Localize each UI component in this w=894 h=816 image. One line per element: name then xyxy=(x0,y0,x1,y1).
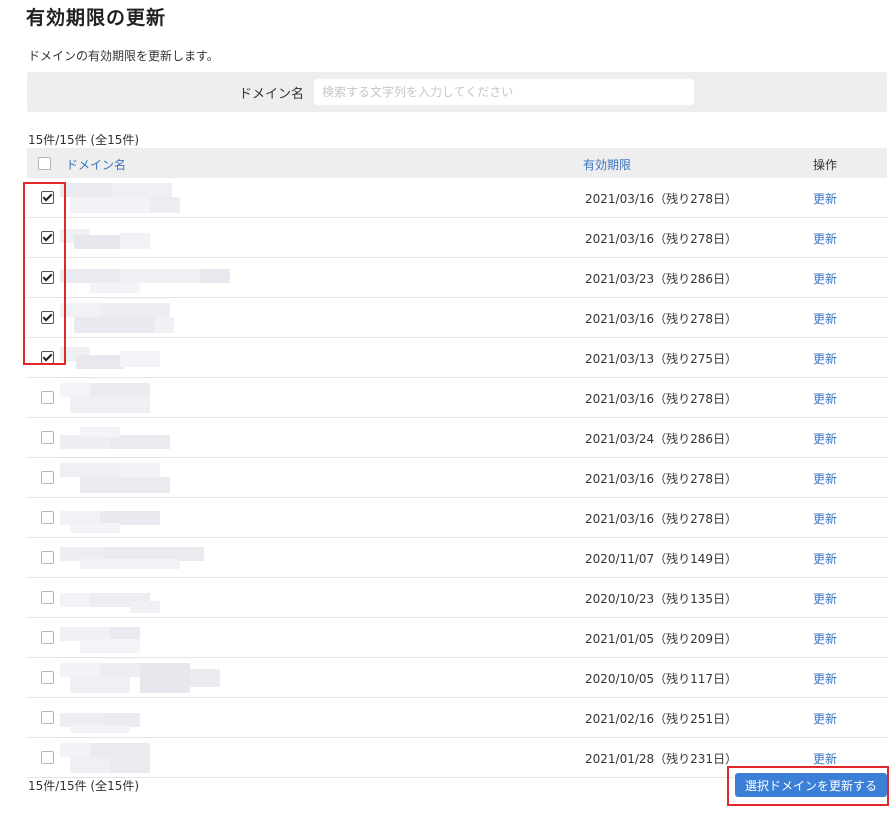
row-checkbox[interactable] xyxy=(41,391,54,404)
renew-link[interactable]: 更新 xyxy=(813,310,837,327)
table-row: 2021/03/23（残り286日） 更新 xyxy=(27,258,887,298)
table-row: 2021/03/13（残り275日） 更新 xyxy=(27,338,887,378)
row-checkbox[interactable] xyxy=(41,671,54,684)
column-header-domain[interactable]: ドメイン名 xyxy=(66,156,126,173)
table-header: ドメイン名 有効期限 操作 xyxy=(27,148,887,178)
table-row: 2021/02/16（残り251日） 更新 xyxy=(27,698,887,738)
selected-checkboxes-highlight xyxy=(23,182,66,365)
renew-link[interactable]: 更新 xyxy=(813,630,837,647)
renew-link[interactable]: 更新 xyxy=(813,670,837,687)
table-row: 2021/03/16（残り278日） 更新 xyxy=(27,498,887,538)
row-checkbox[interactable] xyxy=(41,431,54,444)
row-checkbox[interactable] xyxy=(41,591,54,604)
renew-link[interactable]: 更新 xyxy=(813,590,837,607)
row-checkbox[interactable] xyxy=(41,511,54,524)
search-label: ドメイン名 xyxy=(239,87,305,102)
table-row: 2021/03/16（残り278日） 更新 xyxy=(27,298,887,338)
table-row: 2021/03/16（残り278日） 更新 xyxy=(27,178,887,218)
select-all-checkbox[interactable] xyxy=(38,157,51,170)
renew-link[interactable]: 更新 xyxy=(813,190,837,207)
expiry-date: 2021/01/28（残り231日） xyxy=(585,752,738,766)
expiry-date: 2021/03/16（残り278日） xyxy=(585,192,738,206)
table-row: 2020/10/05（残り117日） 更新 xyxy=(27,658,887,698)
renew-selected-button[interactable]: 選択ドメインを更新する xyxy=(735,773,887,797)
table-body: 2021/03/16（残り278日） 更新 2021/03/16（残り278日） 更新… xyxy=(27,178,887,778)
column-header-operation: 操作 xyxy=(813,158,838,172)
table-row: 2021/03/16（残り278日） 更新 xyxy=(27,458,887,498)
expiry-date: 2021/03/16（残り278日） xyxy=(585,232,738,246)
domain-table: ドメイン名 有効期限 操作 2021/03/16（残り278日） 更新 2021/0… xyxy=(27,148,887,778)
expiry-date: 2021/03/16（残り278日） xyxy=(585,512,738,526)
expiry-date: 2021/03/16（残り278日） xyxy=(585,312,738,326)
row-checkbox[interactable] xyxy=(41,751,54,764)
page-title: 有効期限の更新 xyxy=(26,7,167,29)
expiry-date: 2021/03/24（残り286日） xyxy=(585,432,738,446)
row-checkbox[interactable] xyxy=(41,631,54,644)
renew-link[interactable]: 更新 xyxy=(813,710,837,727)
expiry-date: 2020/10/05（残り117日） xyxy=(585,672,738,686)
expiry-date: 2021/03/13（残り275日） xyxy=(585,352,738,366)
expiry-date: 2021/02/16（残り251日） xyxy=(585,712,738,726)
table-row: 2021/01/05（残り209日） 更新 xyxy=(27,618,887,658)
expiry-date: 2021/03/23（残り286日） xyxy=(585,272,738,286)
table-row: 2020/11/07（残り149日） 更新 xyxy=(27,538,887,578)
table-row: 2020/10/23（残り135日） 更新 xyxy=(27,578,887,618)
expiry-date: 2020/11/07（残り149日） xyxy=(585,552,738,566)
expiry-date: 2020/10/23（残り135日） xyxy=(585,592,738,606)
search-panel: ドメイン名 xyxy=(27,72,887,112)
renew-link[interactable]: 更新 xyxy=(813,550,837,567)
row-checkbox[interactable] xyxy=(41,551,54,564)
table-row: 2021/03/24（残り286日） 更新 xyxy=(27,418,887,458)
row-checkbox[interactable] xyxy=(41,711,54,724)
renew-link[interactable]: 更新 xyxy=(813,390,837,407)
expiry-date: 2021/01/05（残り209日） xyxy=(585,632,738,646)
result-count-top: 15件/15件 (全15件) xyxy=(28,133,140,147)
renew-link[interactable]: 更新 xyxy=(813,430,837,447)
renew-link[interactable]: 更新 xyxy=(813,470,837,487)
renew-link[interactable]: 更新 xyxy=(813,230,837,247)
renew-link[interactable]: 更新 xyxy=(813,350,837,367)
column-header-expiry[interactable]: 有効期限 xyxy=(583,156,631,173)
renew-link[interactable]: 更新 xyxy=(813,510,837,527)
table-row: 2021/03/16（残り278日） 更新 xyxy=(27,218,887,258)
expiry-date: 2021/03/16（残り278日） xyxy=(585,392,738,406)
renew-link[interactable]: 更新 xyxy=(813,750,837,767)
expiry-date: 2021/03/16（残り278日） xyxy=(585,472,738,486)
row-checkbox[interactable] xyxy=(41,471,54,484)
renew-link[interactable]: 更新 xyxy=(813,270,837,287)
search-input[interactable] xyxy=(314,79,694,105)
page-description: ドメインの有効期限を更新します。 xyxy=(28,49,219,63)
table-row: 2021/03/16（残り278日） 更新 xyxy=(27,378,887,418)
result-count-bottom: 15件/15件 (全15件) xyxy=(28,779,140,793)
